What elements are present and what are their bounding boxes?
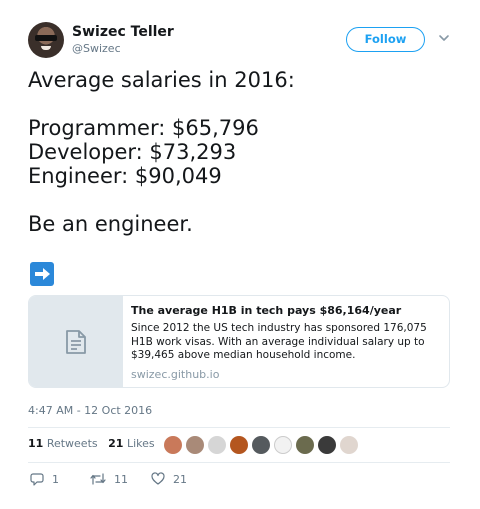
reply-count: 1 bbox=[52, 472, 59, 486]
tweet-timestamp[interactable]: 4:47 AM - 12 Oct 2016 bbox=[28, 404, 152, 417]
card-description: Since 2012 the US tech industry has spon… bbox=[131, 322, 427, 361]
likes-label: Likes bbox=[126, 437, 155, 450]
liker-avatar[interactable] bbox=[230, 436, 248, 454]
retweet-button[interactable]: 11 bbox=[90, 472, 128, 486]
liker-avatar[interactable] bbox=[186, 436, 204, 454]
retweet-icon bbox=[90, 473, 106, 485]
likes-stat[interactable]: 21 Likes bbox=[108, 437, 154, 450]
author-handle[interactable]: @Swizec bbox=[72, 42, 121, 55]
card-title[interactable]: The average H1B in tech pays $86,164/yea… bbox=[131, 304, 441, 318]
card-domain[interactable]: swizec.github.io bbox=[131, 368, 441, 381]
tweet-text: Average salaries in 2016: Programmer: $6… bbox=[28, 68, 468, 236]
link-card[interactable]: The average H1B in tech pays $86,164/yea… bbox=[28, 295, 450, 388]
card-thumbnail bbox=[29, 296, 123, 387]
like-count: 21 bbox=[173, 472, 187, 486]
card-body: The average H1B in tech pays $86,164/yea… bbox=[131, 304, 441, 381]
right-arrow-emoji-icon bbox=[30, 262, 54, 286]
reply-button[interactable]: 1 bbox=[30, 472, 59, 486]
retweet-count: 11 bbox=[114, 472, 128, 486]
retweets-stat[interactable]: 11 Retweets bbox=[28, 437, 98, 450]
liker-avatar[interactable] bbox=[274, 436, 292, 454]
tweet-line: Engineer: $90,049 bbox=[28, 164, 222, 188]
liker-avatar[interactable] bbox=[318, 436, 336, 454]
retweets-label: Retweets bbox=[46, 437, 98, 450]
tweet-line: Be an engineer. bbox=[28, 212, 193, 236]
retweets-count: 11 bbox=[28, 437, 44, 450]
avatar-sunglasses bbox=[35, 35, 57, 41]
heart-icon bbox=[151, 472, 165, 485]
liker-avatar[interactable] bbox=[252, 436, 270, 454]
engagement-stats: 11 Retweets 21 Likes bbox=[28, 437, 155, 450]
author-name[interactable]: Swizec Teller bbox=[72, 24, 174, 40]
follow-button[interactable]: Follow bbox=[346, 27, 425, 52]
chevron-down-icon[interactable] bbox=[436, 30, 452, 46]
divider bbox=[28, 427, 450, 428]
liker-avatar[interactable] bbox=[340, 436, 358, 454]
likes-count: 21 bbox=[108, 437, 124, 450]
liker-avatar[interactable] bbox=[296, 436, 314, 454]
tweet-line: Programmer: $65,796 bbox=[28, 116, 259, 140]
document-icon bbox=[66, 330, 86, 354]
liker-avatar[interactable] bbox=[164, 436, 182, 454]
divider bbox=[28, 462, 450, 463]
liker-avatar[interactable] bbox=[208, 436, 226, 454]
author-avatar[interactable] bbox=[28, 22, 64, 58]
like-button[interactable]: 21 bbox=[151, 472, 187, 486]
tweet-line: Developer: $73,293 bbox=[28, 140, 237, 164]
tweet-line: Average salaries in 2016: bbox=[28, 68, 295, 92]
reply-icon bbox=[30, 473, 44, 486]
avatar-smile bbox=[41, 46, 51, 50]
